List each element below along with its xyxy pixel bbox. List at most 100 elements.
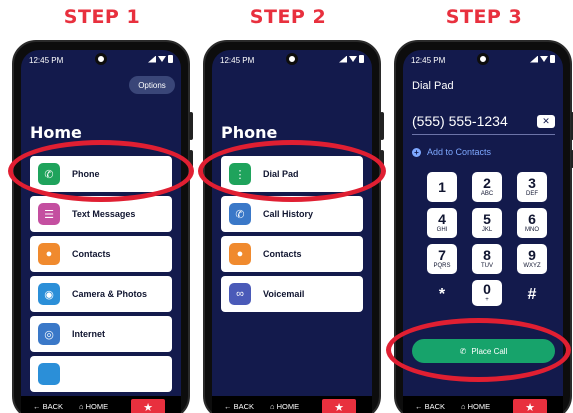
camera-hole — [477, 53, 489, 65]
place-call-button[interactable]: ✆ Place Call — [412, 339, 555, 363]
dialpad-icon: ⋮ — [229, 163, 251, 185]
dial-screen: 12:45 PM Dial Pad (555) 555-1234 ✕ + Add … — [403, 50, 563, 413]
message-icon: ☰ — [38, 203, 60, 225]
menu-item-camera-photos[interactable]: ◉ Camera & Photos — [30, 276, 172, 312]
add-to-contacts-link[interactable]: + Add to Contacts — [412, 147, 491, 157]
status-time: 12:45 PM — [29, 56, 64, 65]
menu-item-label: Dial Pad — [263, 169, 299, 179]
menu-item-text-messages[interactable]: ☰ Text Messages — [30, 196, 172, 232]
star-icon: ★ — [525, 401, 535, 413]
back-label: BACK — [424, 402, 446, 411]
menu-item-internet[interactable]: ◎ Internet — [30, 316, 172, 352]
status-time: 12:45 PM — [411, 56, 446, 65]
step-3-title: STEP 3 — [445, 6, 523, 28]
menu-item-label: Internet — [72, 329, 106, 339]
plus-icon: + — [412, 148, 421, 157]
menu-item-contacts[interactable]: ● Contacts — [30, 236, 172, 272]
battery-icon — [359, 55, 364, 63]
back-label: BACK — [233, 402, 255, 411]
key-3[interactable]: 3 DEF — [517, 172, 547, 202]
divider — [412, 134, 555, 135]
key-7[interactable]: 7 PQRS — [427, 244, 457, 274]
menu-item-contacts[interactable]: ● Contacts — [221, 236, 363, 272]
backspace-icon: ✕ — [542, 116, 550, 126]
globe-icon: ◎ — [38, 323, 60, 345]
back-label: BACK — [42, 402, 64, 411]
menu-item-label: Camera & Photos — [72, 289, 148, 299]
key-9[interactable]: 9 WXYZ — [517, 244, 547, 274]
keypad: 1 2 ABC 3 DEF 4 GHI 5 JKL 6 MNO 7 PQRS 8 TUV 9W… — [427, 172, 547, 316]
menu-item-label: Contacts — [263, 249, 302, 259]
step-1-title: STEP 1 — [63, 6, 141, 28]
menu-item-label: Call History — [263, 209, 314, 219]
key-5[interactable]: 5 JKL — [472, 208, 502, 238]
battery-icon — [168, 55, 173, 63]
signal-icon — [339, 55, 347, 63]
wifi-icon — [540, 56, 548, 62]
place-call-label: Place Call — [471, 346, 508, 356]
key-6[interactable]: 6 MNO — [517, 208, 547, 238]
phone-icon: ✆ — [459, 346, 467, 356]
options-button[interactable]: Options — [129, 76, 175, 94]
voicemail-icon: ∞ — [229, 283, 251, 305]
phone-1: 12:45 PM Options Home ✆ Phone ☰ Text Mes… — [12, 40, 193, 413]
home-label: HOME — [276, 402, 300, 411]
back-button[interactable]: ← BACK — [415, 402, 445, 411]
home-button[interactable]: ⌂ HOME — [79, 402, 108, 411]
key-star[interactable]: * — [427, 280, 457, 310]
phone-2: 12:45 PM Phone ⋮ Dial Pad ✆ Call History… — [203, 40, 384, 413]
delete-button[interactable]: ✕ — [537, 115, 555, 128]
key-1[interactable]: 1 — [427, 172, 457, 202]
star-icon: ★ — [334, 401, 344, 413]
camera-icon: ◉ — [38, 283, 60, 305]
wifi-icon — [158, 56, 166, 62]
phone-menu-list: ⋮ Dial Pad ✆ Call History ● Contacts ∞ V… — [221, 156, 363, 316]
page-title: Home — [30, 123, 82, 142]
key-hash[interactable]: # — [517, 280, 547, 310]
nav-bar: ← BACK ⌂ HOME ★ — [212, 396, 372, 413]
nav-bar: ← BACK ⌂ HOME ★ — [21, 396, 181, 413]
phone-screen: 12:45 PM Phone ⋮ Dial Pad ✆ Call History… — [212, 50, 372, 413]
page-title: Phone — [221, 123, 278, 142]
menu-item-partial[interactable] — [30, 356, 172, 392]
camera-hole — [95, 53, 107, 65]
nav-bar: ← BACK ⌂ HOME ★ — [403, 396, 563, 413]
step-2-title: STEP 2 — [249, 6, 327, 28]
star-button[interactable]: ★ — [131, 399, 165, 413]
menu-item-label: Contacts — [72, 249, 111, 259]
back-button[interactable]: ← BACK — [33, 402, 63, 411]
phone-icon: ✆ — [38, 163, 60, 185]
wifi-icon — [349, 56, 357, 62]
status-time: 12:45 PM — [220, 56, 255, 65]
camera-hole — [286, 53, 298, 65]
menu-item-label: Phone — [72, 169, 100, 179]
contacts-icon: ● — [229, 243, 251, 265]
phone-3: 12:45 PM Dial Pad (555) 555-1234 ✕ + Add … — [394, 40, 573, 413]
home-label: HOME — [467, 402, 491, 411]
key-2[interactable]: 2 ABC — [472, 172, 502, 202]
call-history-icon: ✆ — [229, 203, 251, 225]
star-button[interactable]: ★ — [513, 399, 547, 413]
home-button[interactable]: ⌂ HOME — [461, 402, 490, 411]
key-4[interactable]: 4 GHI — [427, 208, 457, 238]
star-button[interactable]: ★ — [322, 399, 356, 413]
menu-item-dial-pad[interactable]: ⋮ Dial Pad — [221, 156, 363, 192]
menu-item-voicemail[interactable]: ∞ Voicemail — [221, 276, 363, 312]
home-button[interactable]: ⌂ HOME — [270, 402, 299, 411]
menu-item-label: Voicemail — [263, 289, 305, 299]
page-title: Dial Pad — [412, 80, 454, 92]
menu-item-label: Text Messages — [72, 209, 136, 219]
menu-item-phone[interactable]: ✆ Phone — [30, 156, 172, 192]
star-icon: ★ — [143, 401, 153, 413]
contacts-icon: ● — [38, 243, 60, 265]
battery-icon — [550, 55, 555, 63]
dialed-number: (555) 555-1234 — [412, 113, 508, 129]
back-button[interactable]: ← BACK — [224, 402, 254, 411]
home-screen: 12:45 PM Options Home ✆ Phone ☰ Text Mes… — [21, 50, 181, 413]
key-0[interactable]: 0 + — [472, 280, 502, 306]
signal-icon — [148, 55, 156, 63]
key-8[interactable]: 8 TUV — [472, 244, 502, 274]
menu-item-call-history[interactable]: ✆ Call History — [221, 196, 363, 232]
home-label: HOME — [85, 402, 109, 411]
home-menu-list: ✆ Phone ☰ Text Messages ● Contacts ◉ Cam… — [30, 156, 172, 396]
